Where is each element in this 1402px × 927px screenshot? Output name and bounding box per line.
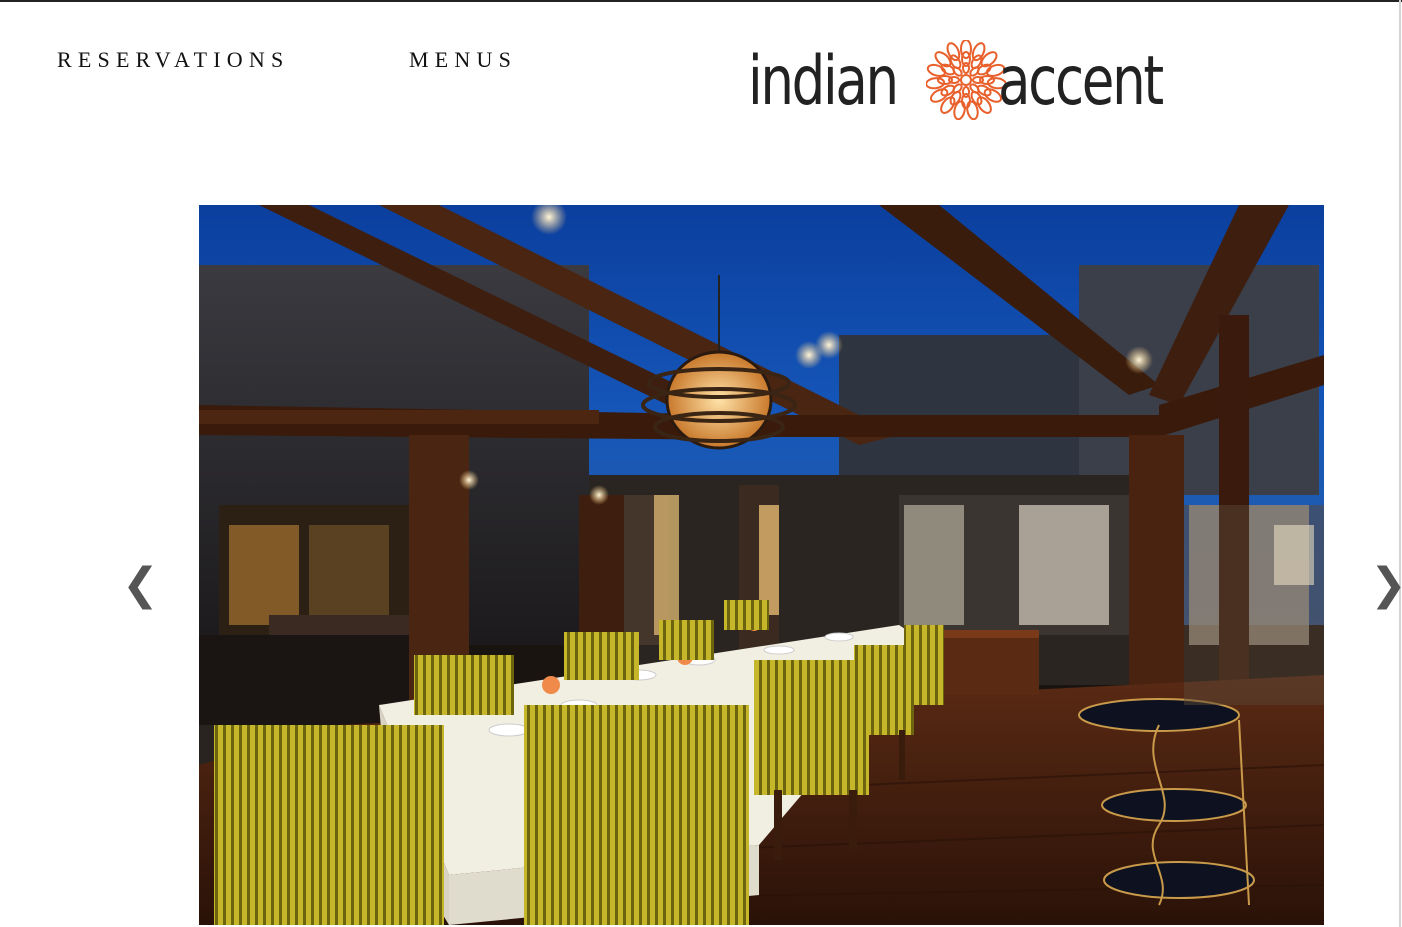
top-border <box>0 0 1402 2</box>
logo-word-accent: accent <box>998 42 1164 121</box>
carousel-prev-arrow-icon[interactable]: ❮ <box>122 560 159 610</box>
page-edge <box>1399 0 1401 927</box>
restaurant-photo <box>199 205 1324 925</box>
nav-menus-link[interactable]: MENUS <box>409 46 517 74</box>
carousel-next-arrow-icon[interactable]: ❯ <box>1370 560 1402 610</box>
brand-logo[interactable]: indian accent <box>746 30 1186 126</box>
nav-reservations-link[interactable]: RESERVATIONS <box>57 46 409 74</box>
logo-word-indian: indian <box>748 42 899 121</box>
marigold-flower-icon <box>926 40 1006 120</box>
main-nav: RESERVATIONS MENUS <box>57 46 517 74</box>
hero-image <box>199 205 1324 925</box>
